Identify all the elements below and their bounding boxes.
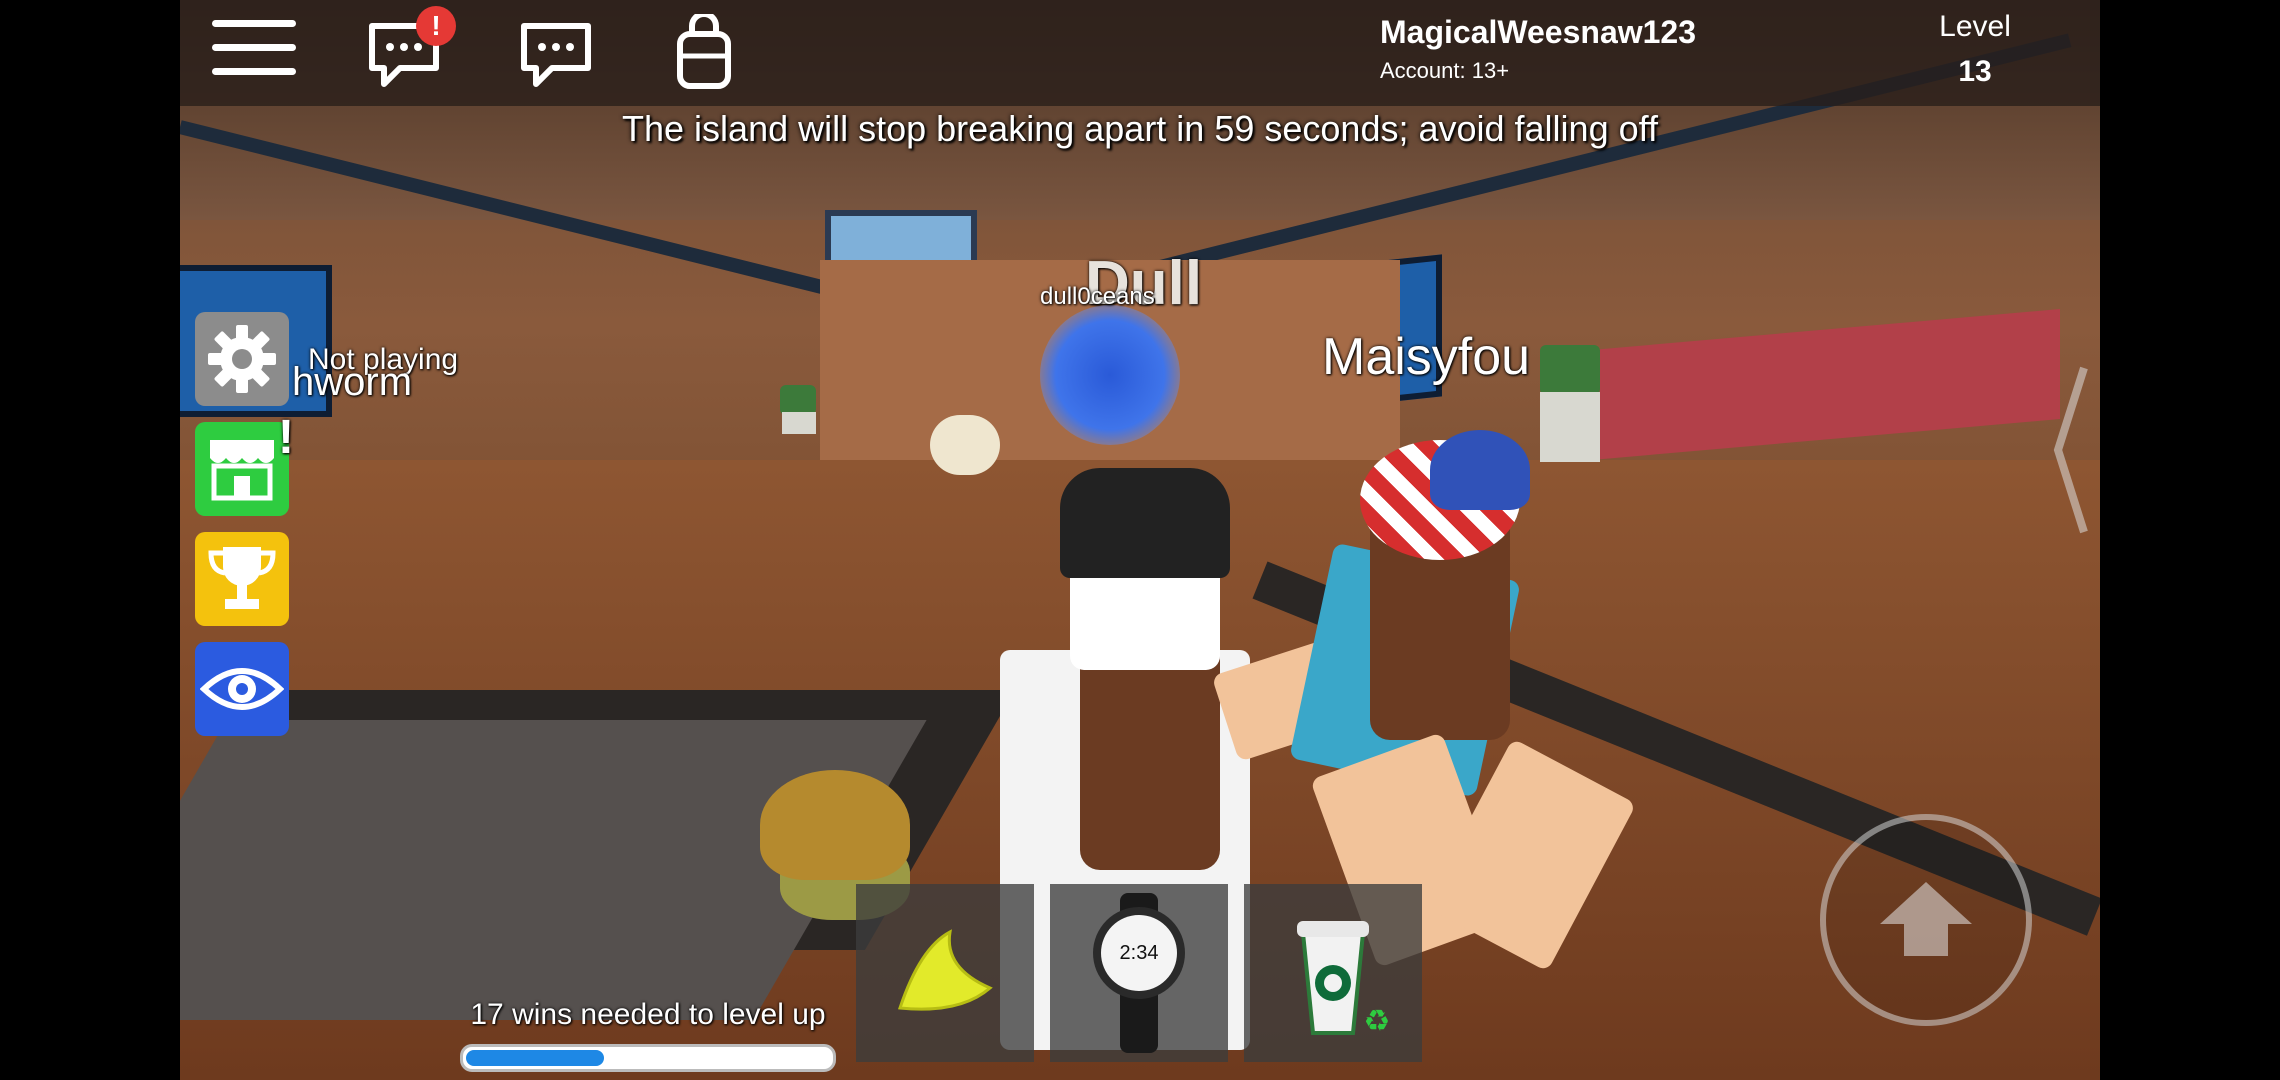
up-arrow-icon: [1880, 882, 1972, 956]
hotbar-slot-1[interactable]: [856, 884, 1034, 1062]
coffee-cup-icon: ♻: [1244, 884, 1422, 1062]
username: MagicalWeesnaw123: [1380, 14, 1697, 50]
shop-icon: [195, 422, 289, 516]
trophy-button[interactable]: [195, 532, 289, 626]
wins-needed-label: 17 wins needed to level up: [470, 998, 826, 1031]
gear-icon: [195, 312, 289, 406]
settings-button[interactable]: [195, 312, 289, 406]
jump-button[interactable]: [1820, 814, 2032, 1026]
left-letterbox: [0, 0, 180, 1080]
shop-badge: !: [278, 411, 294, 464]
chat-notification-badge: !: [416, 6, 456, 46]
player-avatar-hair: [1080, 640, 1220, 870]
right-letterbox: [2100, 0, 2280, 1080]
trophy-icon: [195, 532, 289, 626]
red-wall: [1580, 309, 2060, 461]
hotbar-slot-3[interactable]: ♻: [1244, 884, 1422, 1062]
banana-peel-icon: [856, 884, 1034, 1062]
plant: [780, 385, 816, 415]
level-value: 13: [1958, 55, 1992, 88]
eye-icon: [195, 642, 289, 736]
level-progress-fill: [466, 1050, 604, 1066]
llama: [930, 415, 1000, 475]
partial-player-name: hworm: [292, 360, 413, 404]
hamburger-menu-icon[interactable]: [212, 20, 296, 92]
plant-pot: [1540, 392, 1600, 462]
player-dull0ceans-nametag: dull0ceans: [1040, 283, 1155, 310]
plant: [1540, 345, 1600, 395]
game-viewport[interactable]: Dull dull0ceans Maisyfou Not playing hwo…: [180, 0, 2100, 1080]
player-avatar-hat: [1060, 468, 1230, 578]
recycle-icon: ♻: [1364, 1004, 1391, 1039]
announcement-text: The island will stop breaking apart in 5…: [622, 108, 1658, 149]
top-bar: ! MagicalWeesnaw123 Account: 13+ Level 1…: [180, 0, 2100, 106]
player-dull0ceans-bubble[interactable]: [1040, 305, 1180, 445]
turtle-pet-shell: [760, 770, 910, 880]
level-label: Level: [1939, 10, 2011, 43]
player-maisyfou-nametag: Maisyfou: [1322, 328, 1531, 386]
chat-icon[interactable]: [518, 20, 594, 95]
spectate-button[interactable]: [195, 642, 289, 736]
maisyfou-bandana-stars: [1430, 430, 1530, 510]
side-panel-arrow[interactable]: [2050, 360, 2090, 540]
shop-button[interactable]: [195, 422, 289, 516]
backpack-icon[interactable]: [674, 11, 734, 95]
hotbar-slot-2[interactable]: 2:34: [1050, 884, 1228, 1062]
account-age: Account: 13+: [1380, 58, 1510, 83]
watch-time: 2:34: [1120, 942, 1159, 964]
plant-pot: [782, 412, 816, 434]
level-progress-bar: [460, 1044, 836, 1072]
watch-icon: 2:34: [1050, 884, 1228, 1062]
